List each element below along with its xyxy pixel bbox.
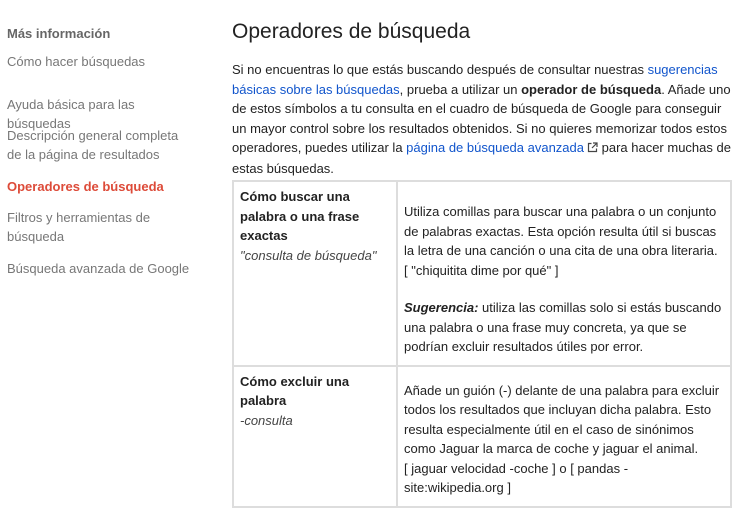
tip-label: Sugerencia: [404,300,479,315]
table-row: Cómo excluir una palabra -consulta Añade… [232,364,732,508]
operator-example: "consulta de búsqueda" [240,247,377,263]
intro-bold-term: operador de búsqueda [521,81,662,97]
page-title: Operadores de búsqueda [232,20,471,43]
intro-paragraph: Si no encuentras lo que estás buscando d… [232,60,732,178]
tip-paragraph: Sugerencia: utiliza las comillas solo si… [404,298,724,357]
intro-text-1: Si no encuentras lo que estás buscando d… [232,62,648,77]
table-row: Cómo buscar una palabra o una frase exac… [232,180,732,367]
sidebar-item-filtros[interactable]: Filtros y herramientas de búsqueda [7,208,157,246]
operator-cell: Cómo buscar una palabra o una frase exac… [232,180,398,367]
operator-sample: [ jaguar velocidad -coche ] o [ pandas -… [404,460,629,496]
operator-cell: Cómo excluir una palabra -consulta [232,364,398,508]
operator-sample: [ "chiquitita dime por qué" ] [404,262,559,278]
operator-name: Cómo buscar una palabra o una frase exac… [240,189,360,243]
operator-description: Añade un guión (-) delante de una palabr… [404,382,720,457]
sidebar-item-como-hacer-busquedas[interactable]: Cómo hacer búsquedas [7,52,192,71]
operators-table: Cómo buscar una palabra o una frase exac… [232,180,732,508]
intro-text-2: , prueba a utilizar un [399,81,522,97]
operator-description: Utiliza comillas para buscar una palabra… [404,204,718,258]
sidebar-item-busqueda-avanzada[interactable]: Búsqueda avanzada de Google [7,259,192,278]
sidebar-heading: Más información [7,26,111,41]
sidebar-item-operadores[interactable]: Operadores de búsqueda [7,177,192,196]
external-link-icon[interactable] [587,139,598,159]
link-busqueda-avanzada[interactable]: página de búsqueda avanzada [406,140,584,155]
description-cell: Utiliza comillas para buscar una palabra… [396,180,732,367]
description-cell: Añade un guión (-) delante de una palabr… [396,364,732,508]
sidebar-item-descripcion-general[interactable]: Descripción general completa de la págin… [7,126,192,164]
operator-example: -consulta [240,412,293,428]
operator-name: Cómo excluir una palabra [240,373,350,409]
